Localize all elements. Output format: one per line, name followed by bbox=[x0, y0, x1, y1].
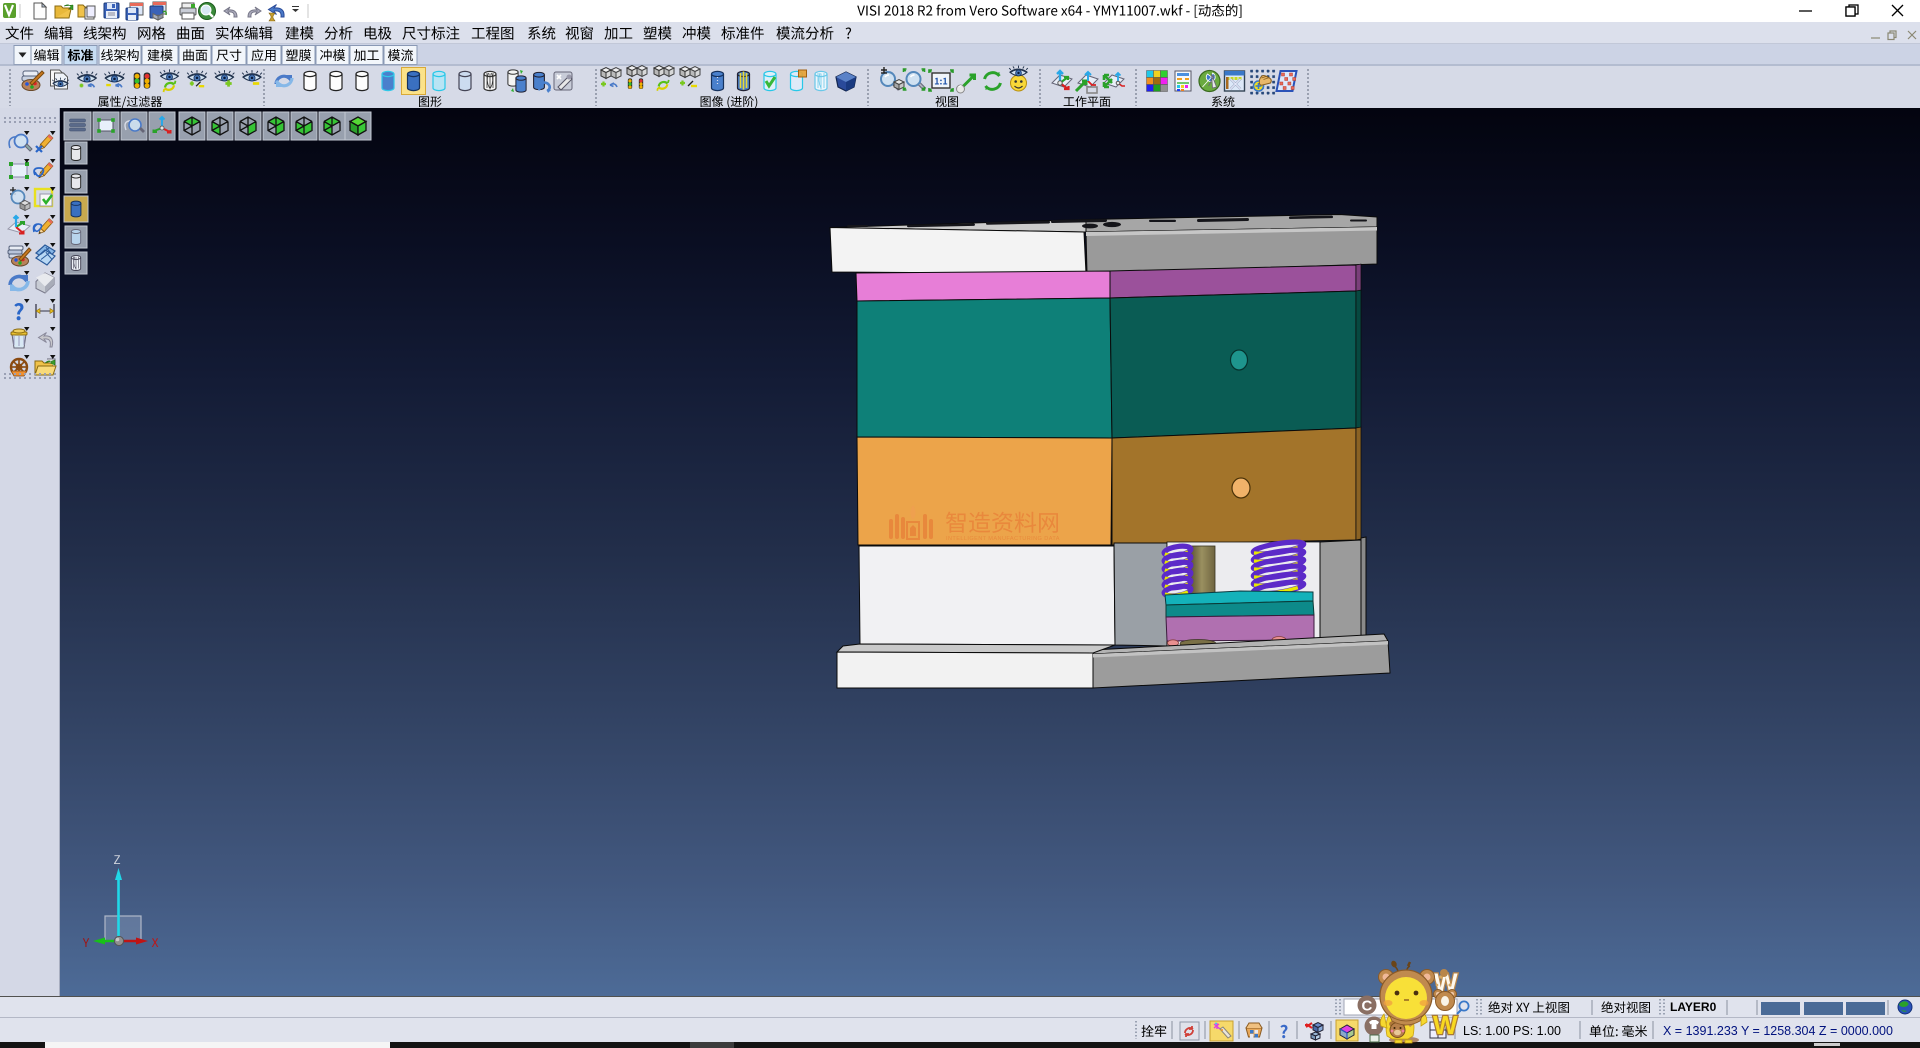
svg-text:INTELLIGENT MANUFACTURING DATA: INTELLIGENT MANUFACTURING DATA bbox=[946, 536, 1060, 542]
svg-text:C: C bbox=[1362, 998, 1373, 1015]
svg-text:W: W bbox=[1433, 1010, 1458, 1040]
